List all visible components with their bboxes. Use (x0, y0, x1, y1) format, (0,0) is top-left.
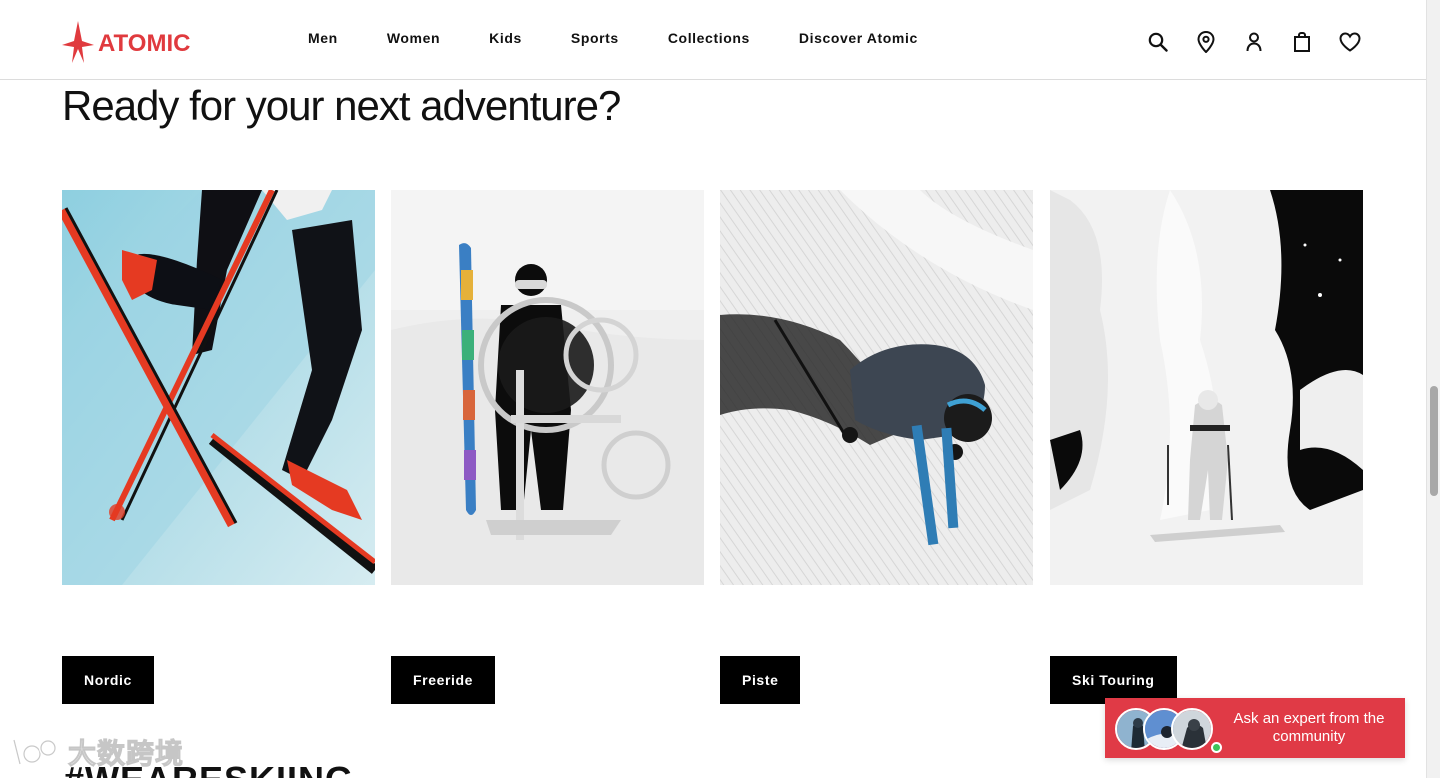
ski-touring-photo[interactable] (1050, 190, 1363, 585)
site-header: ATOMIC Men Women Kids Sports Collections… (0, 0, 1426, 80)
online-status-indicator (1211, 742, 1222, 753)
atomic-a-mark-icon (62, 21, 94, 63)
expert-avatars (1115, 706, 1225, 753)
category-card-nordic[interactable] (62, 190, 375, 585)
nav-collections[interactable]: Collections (668, 30, 750, 46)
watermark: 大数跨境 (8, 732, 184, 772)
nav-men[interactable]: Men (308, 30, 338, 46)
scrollbar-thumb[interactable] (1430, 386, 1438, 496)
account-icon[interactable] (1243, 31, 1265, 53)
freeride-skier-photo[interactable] (391, 190, 704, 585)
page-heading: Ready for your next adventure? (62, 82, 621, 129)
main-nav: Men Women Kids Sports Collections Discov… (308, 30, 967, 46)
category-card-freeride[interactable] (391, 190, 704, 585)
location-pin-icon[interactable] (1195, 31, 1217, 53)
category-button-piste[interactable]: Piste (720, 656, 801, 704)
search-icon[interactable] (1147, 31, 1169, 53)
heart-icon[interactable] (1339, 31, 1361, 53)
atomic-logo[interactable]: ATOMIC (62, 21, 190, 63)
header-icons (1147, 31, 1361, 53)
piste-skier-photo[interactable] (720, 190, 1033, 585)
category-card-ski-touring[interactable] (1050, 190, 1363, 585)
brand-name: ATOMIC (98, 30, 191, 57)
watermark-logo-icon (12, 739, 57, 765)
category-button-nordic[interactable]: Nordic (62, 656, 154, 704)
ask-expert-popup[interactable]: Ask an expert from the community (1105, 698, 1405, 758)
category-button-freeride[interactable]: Freeride (391, 656, 496, 704)
category-button-ski-touring[interactable]: Ski Touring (1050, 656, 1177, 704)
category-card-piste[interactable] (720, 190, 1033, 585)
page-scrollbar[interactable] (1426, 0, 1440, 778)
nav-discover-atomic[interactable]: Discover Atomic (799, 30, 918, 46)
nav-kids[interactable]: Kids (489, 30, 522, 46)
ask-expert-text: Ask an expert from the community (1233, 710, 1385, 745)
nordic-skier-photo[interactable] (62, 190, 375, 585)
nav-women[interactable]: Women (387, 30, 440, 46)
nav-sports[interactable]: Sports (571, 30, 619, 46)
avatar (1171, 708, 1213, 750)
shopping-bag-icon[interactable] (1291, 31, 1313, 53)
watermark-text: 大数跨境 (67, 738, 185, 770)
